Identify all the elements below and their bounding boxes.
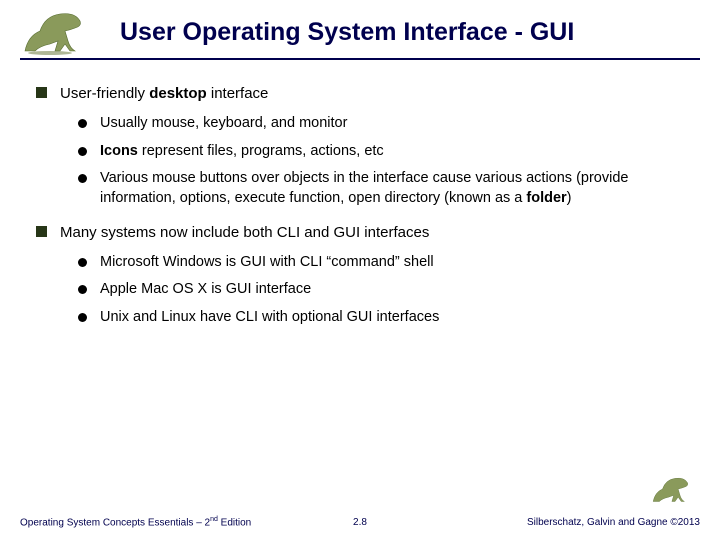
bullet-level2: Unix and Linux have CLI with optional GU… [74, 308, 690, 328]
slide-title: User Operating System Interface - GUI [120, 18, 574, 47]
footer-page-number: 2.8 [353, 517, 367, 528]
slide: User Operating System Interface - GUI Us… [0, 0, 720, 540]
bullet-text: User-friendly [60, 85, 149, 102]
title-underline [20, 58, 700, 60]
bullet-level1: Many systems now include both CLI and GU… [30, 223, 690, 243]
bullet-level2: Apple Mac OS X is GUI interface [74, 280, 690, 300]
slide-body: User-friendly desktop interface Usually … [30, 84, 690, 335]
dinosaur-small-icon [650, 473, 700, 510]
footer-text: Edition [218, 517, 251, 528]
bullet-level1: User-friendly desktop interface [30, 84, 690, 104]
bullet-level2: Icons represent files, programs, actions… [74, 142, 690, 162]
footer-copyright: Silberschatz, Galvin and Gagne ©2013 [527, 517, 700, 528]
footer-left: Operating System Concepts Essentials – 2… [20, 516, 251, 528]
bullet-level2: Various mouse buttons over objects in th… [74, 169, 690, 208]
bullet-bold: folder [526, 190, 566, 206]
bullet-bold: Icons [100, 143, 138, 159]
bullet-text: Unix and Linux have CLI with optional GU… [100, 309, 439, 325]
bullet-text: represent files, programs, actions, etc [138, 143, 384, 159]
bullet-text: Microsoft Windows is GUI with CLI “comma… [100, 254, 434, 270]
footer-text: Operating System Concepts Essentials – 2 [20, 517, 210, 528]
bullet-text: interface [207, 85, 269, 102]
footer-sup: nd [210, 516, 218, 523]
bullet-text: Usually mouse, keyboard, and monitor [100, 115, 347, 131]
bullet-level2: Usually mouse, keyboard, and monitor [74, 114, 690, 134]
slide-footer: Operating System Concepts Essentials – 2… [0, 508, 720, 528]
dinosaur-icon [20, 6, 100, 61]
bullet-level2: Microsoft Windows is GUI with CLI “comma… [74, 253, 690, 273]
bullet-bold: desktop [149, 85, 207, 102]
slide-header: User Operating System Interface - GUI [0, 0, 720, 70]
bullet-text: Many systems now include both CLI and GU… [60, 224, 429, 241]
bullet-text: Apple Mac OS X is GUI interface [100, 281, 311, 297]
bullet-text: ) [567, 190, 572, 206]
